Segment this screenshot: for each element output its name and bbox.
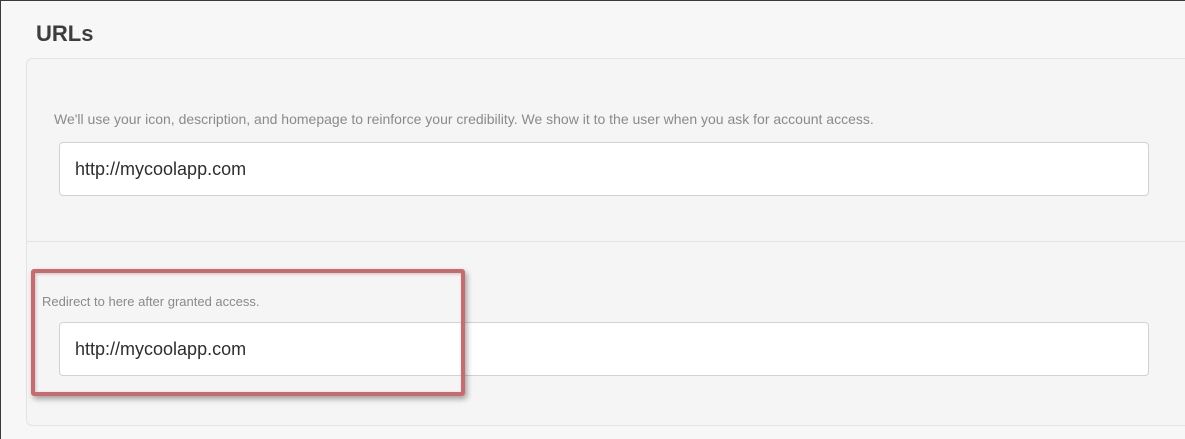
urls-settings-page: URLs We'll use your icon, description, a… — [0, 0, 1185, 439]
website-url-input[interactable] — [59, 142, 1149, 196]
section-title: URLs — [36, 21, 94, 46]
callback-url-help-text: Redirect to here after granted access. — [42, 294, 260, 309]
website-url-help-text: We'll use your icon, description, and ho… — [54, 111, 874, 127]
callback-url-input[interactable] — [59, 322, 1149, 376]
section-divider — [27, 241, 1185, 242]
urls-panel: We'll use your icon, description, and ho… — [26, 58, 1185, 426]
